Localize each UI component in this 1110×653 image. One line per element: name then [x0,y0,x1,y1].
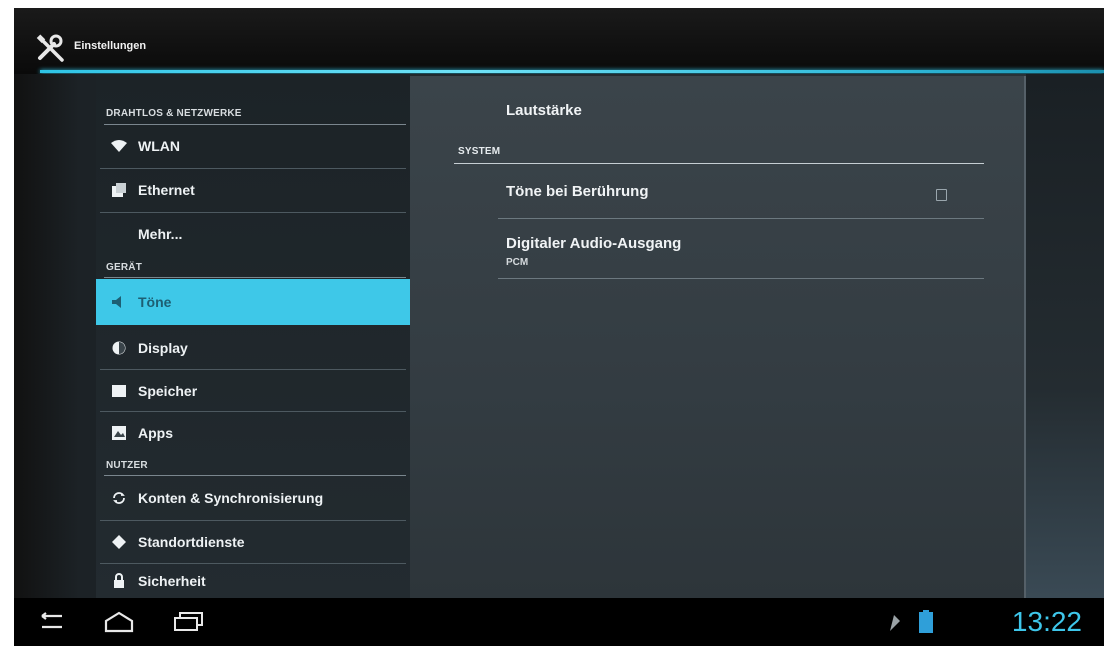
section-header-device: GERÄT [106,262,142,273]
speaker-icon [110,293,128,311]
notification-icon[interactable] [886,610,904,634]
divider [100,212,406,213]
sidebar-item-label: Konten & Synchronisierung [138,490,324,506]
sidebar-item-more[interactable]: Mehr... [96,214,410,254]
sidebar-item-label: WLAN [138,138,180,154]
touch-sounds-checkbox[interactable] [936,189,947,201]
clock[interactable]: 13:22 [1012,606,1082,638]
sidebar-item-location[interactable]: Standortdienste [96,522,410,562]
divider [100,168,406,169]
sidebar-item-label: Speicher [138,383,198,399]
action-bar: Einstellungen [14,8,1104,74]
recents-icon[interactable] [172,610,206,634]
sidebar-item-label: Töne [138,294,172,310]
sidebar-item-label: Display [138,340,188,356]
back-icon[interactable] [34,610,68,634]
action-bar-divider [40,70,1104,73]
sidebar-item-sound[interactable]: Töne [96,279,410,325]
sidebar-item-label: Standortdienste [138,534,245,550]
ethernet-icon [110,181,128,199]
storage-icon [110,382,128,400]
divider [100,411,406,412]
sidebar-item-accounts-sync[interactable]: Konten & Synchronisierung [96,478,410,518]
volume-setting[interactable]: Lautstärke [506,102,582,119]
divider [498,218,984,219]
wifi-icon [110,137,128,155]
display-icon [110,339,128,357]
settings-sidebar: DRAHTLOS & NETZWERKE WLAN Ethernet Mehr.… [96,74,410,598]
spacer-icon [110,225,128,243]
sound-settings-panel: Lautstärke SYSTEM Töne bei Berührung Dig… [410,76,1026,598]
section-rule [104,277,406,278]
sidebar-item-security[interactable]: Sicherheit [96,564,410,598]
home-icon[interactable] [102,610,136,634]
location-icon [110,533,128,551]
system-navigation-bar: 13:22 [14,598,1104,646]
digital-audio-output-setting[interactable]: Digitaler Audio-Ausgang [506,235,681,252]
section-header-system: SYSTEM [458,146,501,157]
lock-icon [110,572,128,590]
section-rule [104,124,406,125]
sidebar-item-ethernet[interactable]: Ethernet [96,170,410,210]
sidebar-item-label: Ethernet [138,182,195,198]
sidebar-item-wlan[interactable]: WLAN [96,126,410,166]
tablet-screen: Einstellungen DRAHTLOS & NETZWERKE WLAN … [14,8,1104,646]
sidebar-item-display[interactable]: Display [96,328,410,368]
divider [100,369,406,370]
section-header-wireless: DRAHTLOS & NETZWERKE [106,108,242,119]
divider [498,278,984,279]
section-rule [104,475,406,476]
apps-icon [110,424,128,442]
sidebar-item-label: Apps [138,425,173,441]
app-title: Einstellungen [74,40,147,52]
settings-content: DRAHTLOS & NETZWERKE WLAN Ethernet Mehr.… [14,74,1104,598]
section-header-user: NUTZER [106,460,148,471]
section-rule [454,163,984,164]
battery-icon[interactable] [918,610,934,634]
sidebar-item-storage[interactable]: Speicher [96,371,410,411]
digital-audio-output-value: PCM [506,257,529,268]
sidebar-item-label: Sicherheit [138,573,206,589]
touch-sounds-setting[interactable]: Töne bei Berührung [506,183,649,200]
wrench-screwdriver-icon[interactable] [34,30,70,66]
sidebar-item-label: Mehr... [138,226,183,242]
sidebar-item-apps[interactable]: Apps [96,413,410,453]
sync-icon [110,489,128,507]
divider [100,520,406,521]
screen-edge-area [1026,74,1104,598]
